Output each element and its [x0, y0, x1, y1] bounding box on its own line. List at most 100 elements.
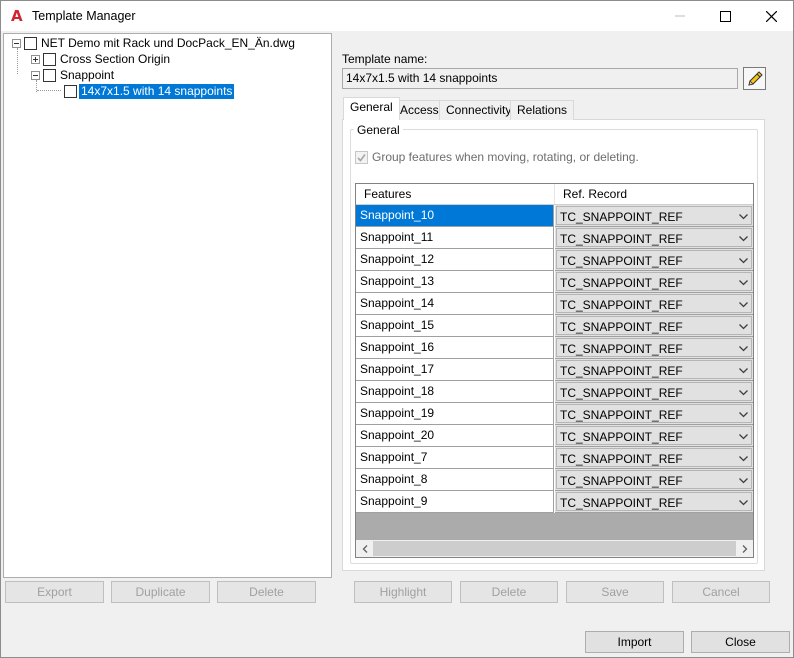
feature-cell[interactable]: Snappoint_19: [356, 403, 554, 425]
feature-cell[interactable]: Snappoint_11: [356, 227, 554, 249]
ref-record-dropdown[interactable]: TC_SNAPPOINT_REF: [555, 447, 753, 469]
dropdown-box[interactable]: TC_SNAPPOINT_REF: [556, 316, 752, 335]
dropdown-box[interactable]: TC_SNAPPOINT_REF: [556, 492, 752, 511]
feature-cell[interactable]: Snappoint_20: [356, 425, 554, 447]
table-row[interactable]: Snappoint_15 TC_SNAPPOINT_REF: [356, 315, 753, 337]
dropdown-box[interactable]: TC_SNAPPOINT_REF: [556, 250, 752, 269]
table-row[interactable]: Snappoint_20 TC_SNAPPOINT_REF: [356, 425, 753, 447]
table-row[interactable]: Snappoint_12 TC_SNAPPOINT_REF: [356, 249, 753, 271]
table-row[interactable]: Snappoint_7 TC_SNAPPOINT_REF: [356, 447, 753, 469]
dropdown-box[interactable]: TC_SNAPPOINT_REF: [556, 404, 752, 423]
expand-icon[interactable]: [31, 54, 40, 64]
column-header-ref-record[interactable]: Ref. Record: [555, 184, 627, 204]
table-row[interactable]: Snappoint_9 TC_SNAPPOINT_REF: [356, 491, 753, 513]
feature-cell[interactable]: Snappoint_9: [356, 491, 554, 513]
chevron-down-icon[interactable]: [735, 207, 751, 226]
dropdown-box[interactable]: TC_SNAPPOINT_REF: [556, 470, 752, 489]
feature-cell[interactable]: Snappoint_15: [356, 315, 554, 337]
table-row[interactable]: Snappoint_14 TC_SNAPPOINT_REF: [356, 293, 753, 315]
tree-checkbox[interactable]: [43, 52, 56, 66]
group-features-checkbox[interactable]: [355, 150, 368, 164]
chevron-down-icon[interactable]: [735, 229, 751, 248]
chevron-down-icon[interactable]: [735, 251, 751, 270]
delete-feature-button[interactable]: Delete: [460, 581, 558, 603]
feature-cell[interactable]: Snappoint_10: [356, 205, 554, 227]
ref-record-dropdown[interactable]: TC_SNAPPOINT_REF: [555, 337, 753, 359]
chevron-down-icon[interactable]: [735, 493, 751, 512]
tree-checkbox[interactable]: [64, 84, 77, 98]
ref-record-dropdown[interactable]: TC_SNAPPOINT_REF: [555, 381, 753, 403]
feature-cell[interactable]: Snappoint_13: [356, 271, 554, 293]
scroll-right-button[interactable]: [736, 540, 753, 557]
chevron-down-icon[interactable]: [735, 427, 751, 446]
tree-checkbox[interactable]: [43, 68, 56, 82]
chevron-down-icon[interactable]: [735, 295, 751, 314]
table-row[interactable]: Snappoint_8 TC_SNAPPOINT_REF: [356, 469, 753, 491]
feature-cell[interactable]: Snappoint_18: [356, 381, 554, 403]
scrollbar-thumb[interactable]: [373, 541, 736, 556]
chevron-down-icon[interactable]: [735, 317, 751, 336]
tree-checkbox[interactable]: [24, 36, 37, 50]
dropdown-box[interactable]: TC_SNAPPOINT_REF: [556, 360, 752, 379]
table-row[interactable]: Snappoint_13 TC_SNAPPOINT_REF: [356, 271, 753, 293]
scroll-left-button[interactable]: [356, 540, 373, 557]
ref-record-dropdown[interactable]: TC_SNAPPOINT_REF: [555, 425, 753, 447]
delete-template-button[interactable]: Delete: [217, 581, 316, 603]
dropdown-box[interactable]: TC_SNAPPOINT_REF: [556, 228, 752, 247]
column-header-features[interactable]: Features: [356, 184, 411, 204]
table-row[interactable]: Snappoint_19 TC_SNAPPOINT_REF: [356, 403, 753, 425]
chevron-down-icon[interactable]: [735, 339, 751, 358]
feature-cell[interactable]: Snappoint_12: [356, 249, 554, 271]
tree-item-root[interactable]: NET Demo mit Rack und DocPack_EN_Än.dwg: [12, 35, 297, 51]
tab-connectivity[interactable]: Connectivity: [439, 100, 519, 120]
table-row[interactable]: Snappoint_16 TC_SNAPPOINT_REF: [356, 337, 753, 359]
tab-general[interactable]: General: [343, 97, 400, 120]
minimize-button[interactable]: [657, 1, 703, 31]
title-bar[interactable]: A Template Manager: [1, 1, 793, 31]
highlight-button[interactable]: Highlight: [354, 581, 452, 603]
horizontal-scrollbar[interactable]: [356, 540, 753, 557]
feature-cell[interactable]: Snappoint_17: [356, 359, 554, 381]
dropdown-box[interactable]: TC_SNAPPOINT_REF: [556, 448, 752, 467]
chevron-down-icon[interactable]: [735, 449, 751, 468]
group-features-option[interactable]: Group features when moving, rotating, or…: [355, 150, 639, 164]
close-window-button[interactable]: [748, 1, 794, 31]
ref-record-dropdown[interactable]: TC_SNAPPOINT_REF: [555, 205, 753, 227]
ref-record-dropdown[interactable]: TC_SNAPPOINT_REF: [555, 227, 753, 249]
chevron-down-icon[interactable]: [735, 405, 751, 424]
features-grid[interactable]: Features Ref. Record Snappoint_10 TC_SNAP…: [355, 183, 754, 558]
ref-record-dropdown[interactable]: TC_SNAPPOINT_REF: [555, 469, 753, 491]
tree-item-cross-section-origin[interactable]: Cross Section Origin: [31, 51, 172, 67]
table-row[interactable]: Snappoint_11 TC_SNAPPOINT_REF: [356, 227, 753, 249]
ref-record-dropdown[interactable]: TC_SNAPPOINT_REF: [555, 359, 753, 381]
collapse-icon[interactable]: [12, 38, 21, 48]
ref-record-dropdown[interactable]: TC_SNAPPOINT_REF: [555, 249, 753, 271]
template-tree[interactable]: NET Demo mit Rack und DocPack_EN_Än.dwg …: [3, 33, 332, 578]
chevron-down-icon[interactable]: [735, 273, 751, 292]
dropdown-box[interactable]: TC_SNAPPOINT_REF: [556, 338, 752, 357]
edit-name-button[interactable]: [743, 67, 766, 90]
import-button[interactable]: Import: [585, 631, 684, 653]
export-button[interactable]: Export: [5, 581, 104, 603]
ref-record-dropdown[interactable]: TC_SNAPPOINT_REF: [555, 293, 753, 315]
table-row[interactable]: Snappoint_18 TC_SNAPPOINT_REF: [356, 381, 753, 403]
save-button[interactable]: Save: [566, 581, 664, 603]
template-name-field[interactable]: 14x7x1.5 with 14 snappoints: [342, 68, 738, 89]
table-row[interactable]: Snappoint_17 TC_SNAPPOINT_REF: [356, 359, 753, 381]
feature-cell[interactable]: Snappoint_8: [356, 469, 554, 491]
feature-cell[interactable]: Snappoint_7: [356, 447, 554, 469]
feature-cell[interactable]: Snappoint_14: [356, 293, 554, 315]
table-row[interactable]: Snappoint_10 TC_SNAPPOINT_REF: [356, 205, 753, 227]
dropdown-box[interactable]: TC_SNAPPOINT_REF: [556, 382, 752, 401]
ref-record-dropdown[interactable]: TC_SNAPPOINT_REF: [555, 403, 753, 425]
chevron-down-icon[interactable]: [735, 383, 751, 402]
cancel-button[interactable]: Cancel: [672, 581, 770, 603]
tree-item-snappoint[interactable]: Snappoint: [31, 67, 116, 83]
collapse-icon[interactable]: [31, 70, 40, 80]
duplicate-button[interactable]: Duplicate: [111, 581, 210, 603]
dropdown-box[interactable]: TC_SNAPPOINT_REF: [556, 272, 752, 291]
chevron-down-icon[interactable]: [735, 361, 751, 380]
chevron-down-icon[interactable]: [735, 471, 751, 490]
feature-cell[interactable]: Snappoint_16: [356, 337, 554, 359]
dropdown-box[interactable]: TC_SNAPPOINT_REF: [556, 294, 752, 313]
